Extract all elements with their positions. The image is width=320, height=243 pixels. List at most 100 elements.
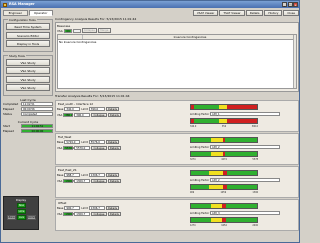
display-lime-button[interactable]: Lime <box>17 209 26 214</box>
display-comm-button[interactable]: Comm <box>27 215 36 220</box>
tab-engineer[interactable]: Engineer <box>3 10 28 16</box>
limiting-factor-field[interactable]: LIM_1 <box>210 112 281 116</box>
close-button[interactable]: Close <box>283 10 299 16</box>
app-icon <box>3 2 7 7</box>
top-toolbar: VSAT Viewer TSAT Viewer Details History … <box>55 10 299 16</box>
gauge-tick: 1274 <box>190 224 196 227</box>
limiting-factor-label: Limiting Factor <box>190 211 210 215</box>
vsa-study-button-2[interactable]: VSA Study <box>6 67 50 75</box>
tsat-viewer-button[interactable]: TSAT Viewer <box>219 10 245 16</box>
mode-status: OK <box>63 28 72 33</box>
tab-operator[interactable]: Operator <box>28 10 53 16</box>
vsat-viewer-button[interactable]: VSAT Viewer <box>192 10 219 16</box>
config-tools-group: Configuration Tools Read Time System Sce… <box>3 18 53 52</box>
details-button[interactable]: Details <box>107 212 122 217</box>
vsa-study-button-4[interactable]: VSA Study <box>6 84 50 92</box>
read-time-system-button[interactable]: Read Time System <box>6 23 50 31</box>
details-button[interactable]: Details <box>105 107 120 112</box>
base-value: 5729.0 <box>64 140 81 145</box>
gauge-segment <box>191 185 210 189</box>
limiting-factor-field[interactable]: LIM_2 <box>210 178 281 182</box>
gauge-segment <box>227 105 257 109</box>
limit-value: 1306.7 <box>88 206 105 211</box>
display-now-button[interactable]: Now <box>17 203 26 208</box>
contingency-panel: Basecase VSA OK Collapse Merge Insecure … <box>55 22 299 92</box>
display-live-button[interactable]: Live <box>17 215 26 220</box>
collapse-button[interactable]: Collapse <box>81 28 98 33</box>
mode-label: VSA <box>57 212 63 216</box>
gauge-segment <box>219 119 228 123</box>
collapse-button[interactable]: Collapse <box>91 113 107 118</box>
gauge-segment <box>219 105 228 109</box>
vsa-study-button-1[interactable]: VSA Study <box>6 58 50 66</box>
limiting-factor-field[interactable]: LIM_2 <box>210 145 281 149</box>
interface-name: Offset <box>58 201 67 205</box>
transfer-interface: Offset Base 900.7 Limit 1306.7 Details V… <box>55 199 299 231</box>
details-button[interactable]: Details <box>105 140 120 145</box>
transfer-list: East_south - Interface 12 Base 340.0 Lim… <box>55 100 299 231</box>
last-cycle-elapsed: Elapsed 00:00:56 <box>3 107 53 112</box>
details-button[interactable]: Details <box>245 10 264 16</box>
mode-label: VSA <box>57 28 63 33</box>
details-button[interactable]: Details <box>107 146 122 151</box>
details-button[interactable]: Details <box>107 113 122 118</box>
minimize-button[interactable]: _ <box>282 2 287 7</box>
limit-gauge <box>190 184 258 190</box>
gauge-segment <box>210 138 223 142</box>
display-tools-button[interactable]: Display in Tools <box>6 40 50 48</box>
base-value: 340.0 <box>64 107 81 112</box>
limit-label: Limit <box>81 140 88 144</box>
limit-label: Limit <box>81 206 88 210</box>
limiting-factor-label: Limiting Factor <box>190 145 210 149</box>
gauge-segment <box>226 185 257 189</box>
limiting-factor-label: Limiting Factor <box>190 112 210 116</box>
display-zone-button[interactable]: Zone <box>7 215 16 220</box>
kv-value: Completed <box>21 112 53 117</box>
maximize-button[interactable]: □ <box>287 2 293 7</box>
scenario-editor-button[interactable]: Scenario Editor <box>6 31 50 39</box>
gauge-segment <box>209 171 223 175</box>
base-label: Base <box>57 206 64 210</box>
details-button[interactable]: Details <box>105 173 120 178</box>
interface-values-row: Base 900.7 Limit 1306.7 Details <box>57 206 120 211</box>
collapse-button[interactable]: Collapse <box>91 179 107 184</box>
transfer-interface: Fiat_West Base 5729.0 Limit 5576.0 Detai… <box>55 133 299 165</box>
gauge-ticks: 3274 4274 5578 <box>190 158 258 161</box>
vsa-study-button-3[interactable]: VSA Study <box>6 75 50 83</box>
limiting-factor-field[interactable]: LIM_3 <box>210 211 281 215</box>
gauge-tick: 396.0 <box>251 125 258 128</box>
gauge-tick: 1654 <box>221 224 227 227</box>
interface-name: Fiat_West <box>58 135 72 139</box>
table-row: No Insecure Contingencies <box>59 40 97 44</box>
window-title: RSA Manager <box>9 2 35 6</box>
collapse-button[interactable]: Collapse <box>91 146 107 151</box>
study-tools-title: Study Tools <box>8 53 26 58</box>
interface-values-row: Base 340.0 Limit 396.0 Details <box>57 107 120 112</box>
level-value: 380.2 <box>63 113 74 118</box>
level-value: 1306.7 <box>63 212 75 217</box>
close-window-button[interactable]: × <box>293 2 298 7</box>
table-scrollbar[interactable] <box>293 35 296 88</box>
limit-value: 1306.7 <box>88 173 105 178</box>
gauge-tick: 1059 <box>220 191 227 194</box>
gauge-ticks: 340.0 350 396.0 <box>190 125 258 128</box>
interface-mode-row: VSA 5576.0 5576.0 Collapse Details <box>57 146 122 151</box>
mode-tabs: Engineer Operator <box>3 10 53 16</box>
main-panel: VSAT Viewer TSAT Viewer Details History … <box>55 10 299 242</box>
details-button[interactable]: Details <box>105 206 120 211</box>
level-gauge <box>190 203 258 209</box>
level-gauge <box>190 104 258 110</box>
gauge-segment <box>209 185 223 189</box>
base-label: Base <box>57 140 64 144</box>
level-value: 5576.0 <box>63 146 75 151</box>
display-title: Display <box>15 198 27 202</box>
details-button[interactable]: Details <box>107 179 122 184</box>
interface-mode-row: VSA 380.2 396.0 Collapse Details <box>57 113 122 118</box>
transfer-interface: East_south - Interface 12 Base 340.0 Lim… <box>55 100 299 132</box>
history-button[interactable]: History <box>264 10 283 16</box>
kv-value: 00:00:00 <box>21 129 53 134</box>
collapse-button[interactable]: Collapse <box>91 212 107 217</box>
gauge-segment <box>225 138 257 142</box>
gauge-segment <box>194 119 220 123</box>
merge-button[interactable]: Merge <box>98 28 111 33</box>
